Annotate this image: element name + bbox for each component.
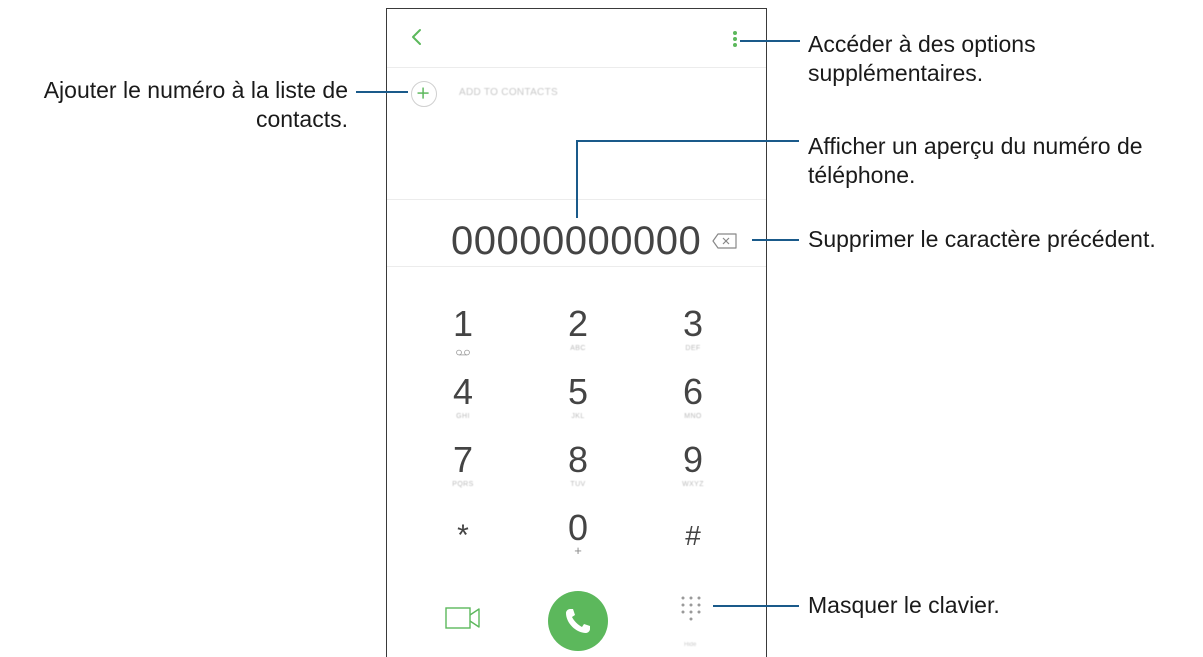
key-letters: PQRS [452,481,474,488]
callout-preview: Afficher un aperçu du numéro de téléphon… [808,133,1143,188]
key-3[interactable]: 3 DEF [653,305,733,361]
callout-add-contact: Ajouter le numéro à la liste de contacts… [43,77,348,132]
key-letters: WXYZ [682,481,704,488]
voicemail-icon [456,349,470,356]
back-arrow-icon[interactable] [405,25,429,49]
hide-keypad-label: Hide [684,642,697,648]
callout-line-preview-v [576,140,578,218]
key-letters: TUV [570,481,586,488]
key-digit: 4 [452,371,474,412]
video-call-icon[interactable] [445,605,481,631]
key-star[interactable]: * [423,517,503,573]
callout-line-delete [752,239,799,241]
key-digit: 1 [452,303,474,344]
key-digit: # [685,520,701,551]
key-2[interactable]: 2 ABC [538,305,618,361]
backspace-icon[interactable] [712,233,738,249]
phone-icon [566,609,590,633]
callout-line-preview-h [576,140,799,142]
key-letters: MNO [684,413,702,420]
key-digit: 3 [682,303,704,344]
callout-hide-keypad: Masquer le clavier. [808,592,1000,618]
key-0[interactable]: 0 + [538,509,618,565]
key-6[interactable]: 6 MNO [653,373,733,429]
key-digit: 6 [682,371,704,412]
callout-line-keypad [713,605,799,607]
phone-screen: ADD TO CONTACTS 00000000000 1 2 ABC 3 DE… [386,8,767,657]
key-hash[interactable]: # [653,517,733,573]
callout-line-add [356,91,408,93]
key-letters: JKL [571,413,585,420]
phone-number-display[interactable]: 00000000000 [451,219,701,264]
key-digit: 2 [567,303,589,344]
callout-line-more [740,40,800,42]
key-7[interactable]: 7 PQRS [423,441,503,497]
more-options-icon[interactable] [725,25,745,53]
key-digit: 0 [567,507,589,548]
key-digit: 9 [682,439,704,480]
key-9[interactable]: 9 WXYZ [653,441,733,497]
callout-more-options: Accéder à des options supplémentaires. [808,31,1036,86]
add-to-contacts-button[interactable] [411,81,437,107]
key-4[interactable]: 4 GHI [423,373,503,429]
key-5[interactable]: 5 JKL [538,373,618,429]
keypad-icon[interactable] [679,595,703,625]
key-letters: DEF [685,345,701,352]
top-bar [387,9,766,68]
key-digit: 8 [567,439,589,480]
key-letters: ABC [570,345,586,352]
add-icon [417,87,429,99]
add-to-contacts-label[interactable]: ADD TO CONTACTS [459,87,558,98]
key-digit: 5 [567,371,589,412]
key-digit: 7 [452,439,474,480]
key-8[interactable]: 8 TUV [538,441,618,497]
key-digit: * [457,519,469,552]
key-1[interactable]: 1 [423,305,503,361]
call-button[interactable] [548,591,608,651]
key-letters: GHI [456,413,470,420]
callout-delete-char: Supprimer le caractère précédent. [808,226,1156,252]
key-letters: + [574,543,582,558]
